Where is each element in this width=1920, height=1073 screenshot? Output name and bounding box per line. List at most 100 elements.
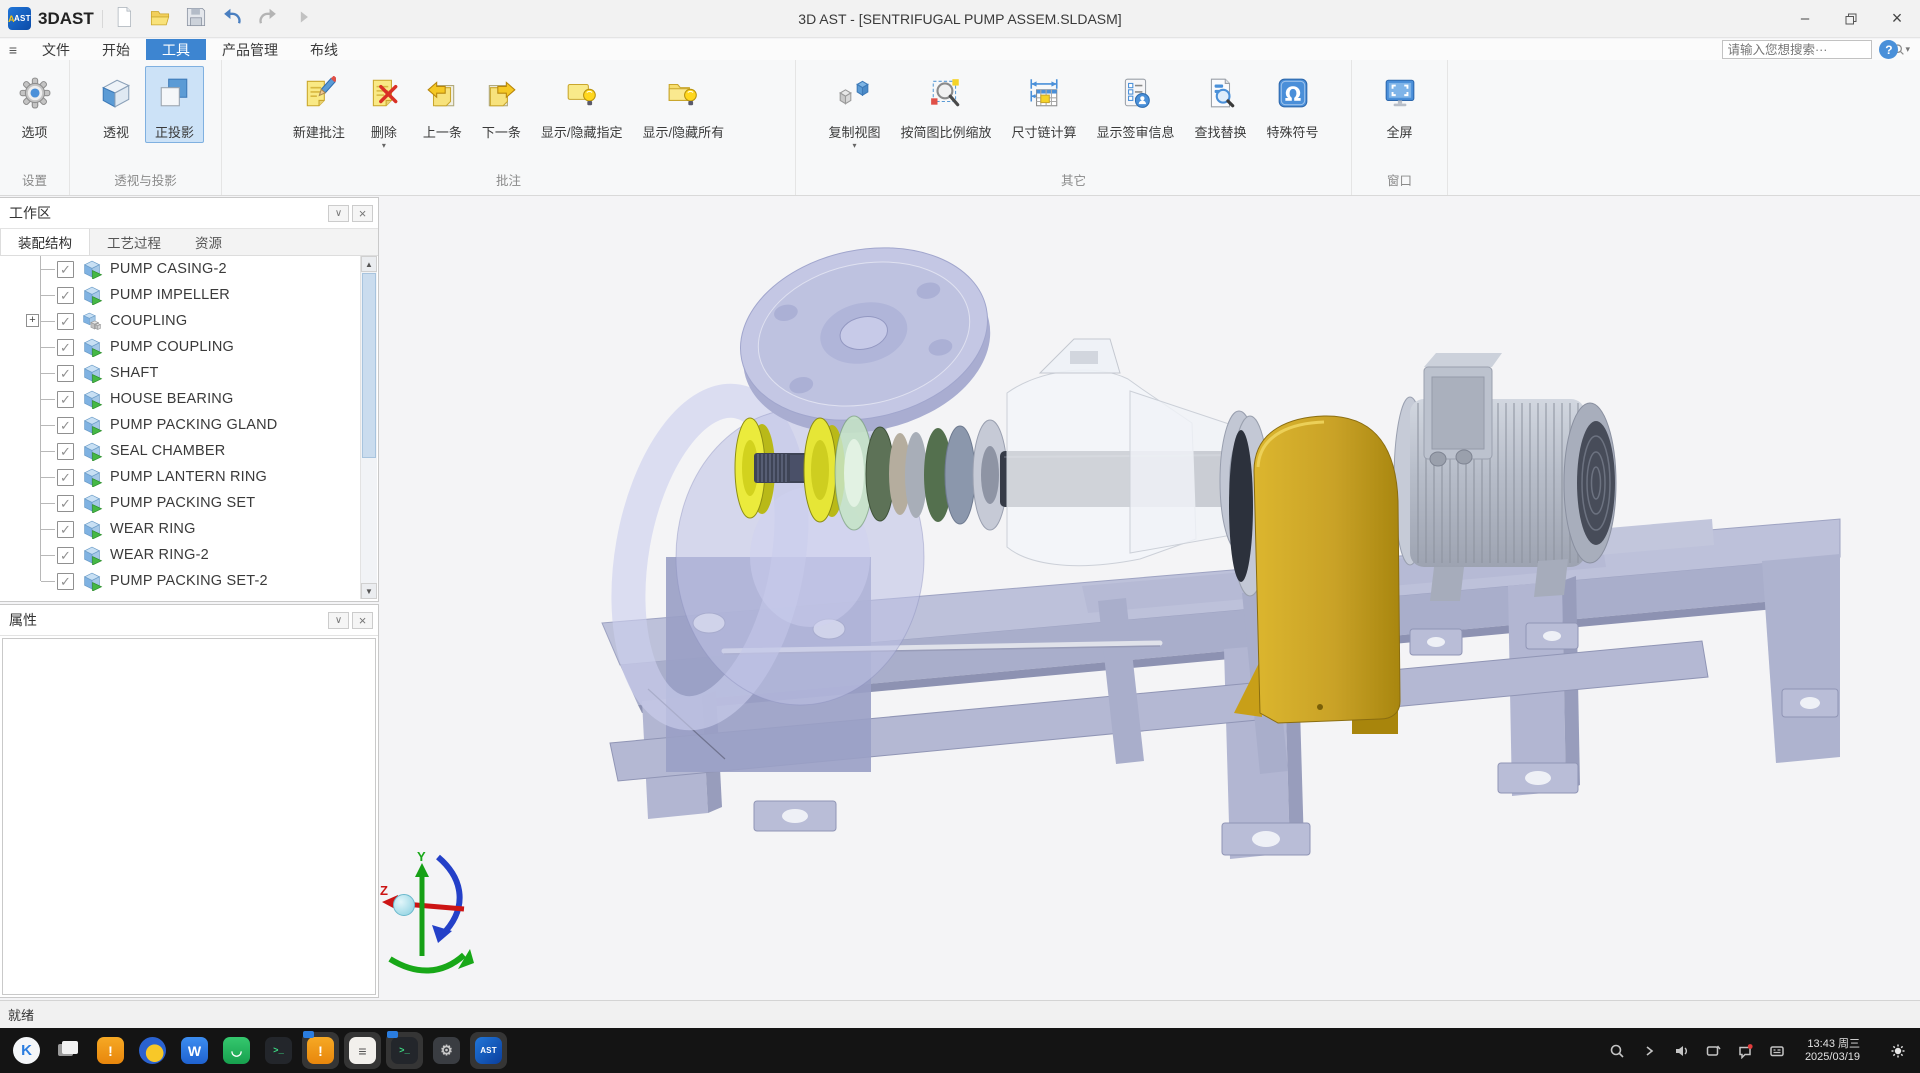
brightness-icon[interactable] [1889,1042,1906,1059]
ribbon-button[interactable]: 上一条 [413,66,472,143]
open-file-button[interactable] [147,6,173,32]
ribbon-group: 选项设置 [0,60,70,195]
ribbon-button[interactable]: 全屏 [1371,66,1429,143]
taskbar-app-launcher[interactable]: K [8,1032,45,1069]
workspace-collapse-button[interactable]: ∨ [328,205,349,222]
save-button[interactable] [183,6,209,32]
tree-item-pump-coupling[interactable]: ✓PUMP COUPLING [0,334,378,360]
taskbar-app-messenger[interactable]: ◡ [218,1032,255,1069]
menu-tab-5[interactable]: 布线 [294,39,354,60]
visibility-checkbox[interactable]: ✓ [57,443,74,460]
taskbar-app-browser[interactable] [134,1032,171,1069]
workspace-tab[interactable]: 工艺过程 [90,229,178,255]
ribbon-button[interactable]: 新建批注 [283,66,355,143]
dropdown-caret-icon[interactable]: ▾ [382,141,386,150]
ribbon-button[interactable]: 透视 [87,66,145,143]
visibility-checkbox[interactable]: ✓ [57,365,74,382]
tree-item-pump-packing-gland[interactable]: ✓PUMP PACKING GLAND [0,412,378,438]
taskbar-app-document-viewer[interactable]: ≡ [344,1032,381,1069]
visibility-checkbox[interactable]: ✓ [57,339,74,356]
ribbon-button[interactable]: 显示/隐藏所有 [633,66,735,143]
taskbar-app-window-switcher[interactable] [50,1032,87,1069]
visibility-checkbox[interactable]: ✓ [57,547,74,564]
3dast-app-icon: AST [475,1037,502,1064]
tree-item-pump-packing-set-2[interactable]: ✓PUMP PACKING SET-2 [0,568,378,594]
workspace-tab[interactable]: 装配结构 [0,229,90,255]
taskbar-app-terminal-running[interactable]: >_ [386,1032,423,1069]
ribbon-button[interactable]: 下一条 [472,66,531,143]
omega-icon: Ω [1275,75,1311,111]
visibility-checkbox[interactable]: ✓ [57,391,74,408]
new-document-button[interactable] [111,6,137,32]
properties-collapse-button[interactable]: ∨ [328,612,349,629]
tree-expander-icon[interactable]: + [26,314,39,327]
ribbon-button[interactable]: 查找替换 [1185,66,1257,143]
properties-close-button[interactable]: × [352,612,373,629]
menu-tab-1[interactable]: 文件 [26,39,86,60]
restore-button[interactable] [1828,0,1874,38]
ribbon-button[interactable]: 删除▾ [355,66,413,152]
visibility-checkbox[interactable]: ✓ [57,495,74,512]
ribbon-button-label: 特殊符号 [1267,125,1319,141]
ribbon-button[interactable]: 尺寸链计算 [1001,66,1086,143]
launcher-icon: K [13,1037,40,1064]
taskbar-app-wps-office[interactable]: W [176,1032,213,1069]
taskbar-app-control-center[interactable]: ⚙ [428,1032,465,1069]
ribbon-button[interactable]: 显示/隐藏指定 [531,66,633,143]
3d-viewport[interactable]: Y Z [380,197,1920,1000]
visibility-checkbox[interactable]: ✓ [57,313,74,330]
visibility-checkbox[interactable]: ✓ [57,469,74,486]
orientation-triad[interactable]: Y Z [380,851,490,983]
minimize-button[interactable]: – [1782,0,1828,38]
tree-item-seal-chamber[interactable]: ✓SEAL CHAMBER [0,438,378,464]
more-commands-button[interactable] [291,6,317,32]
help-button[interactable]: ? [1879,40,1898,59]
taskbar-app-terminal[interactable]: >_ [260,1032,297,1069]
menu-tab-4[interactable]: 产品管理 [206,39,294,60]
search-input[interactable] [1723,43,1892,57]
tree-item-coupling[interactable]: +✓COUPLING [0,308,378,334]
visibility-checkbox[interactable]: ✓ [57,261,74,278]
tree-item-pump-packing-set[interactable]: ✓PUMP PACKING SET [0,490,378,516]
dropdown-caret-icon[interactable]: ▾ [852,141,856,150]
connected-device-icon[interactable] [1705,1042,1722,1059]
workspace-tab[interactable]: 资源 [178,229,239,255]
tree-item-house-bearing[interactable]: ✓HOUSE BEARING [0,386,378,412]
tree-item-pump-casing-2[interactable]: ✓PUMP CASING-2 [0,256,378,282]
ribbon-group-label: 其它 [800,171,1347,195]
workspace-close-button[interactable]: × [352,205,373,222]
ribbon-button[interactable]: 选项 [6,66,64,143]
visibility-checkbox[interactable]: ✓ [57,287,74,304]
tree-item-wear-ring-2[interactable]: ✓WEAR RING-2 [0,542,378,568]
part-icon [81,519,103,539]
notifications-icon[interactable] [1737,1042,1754,1059]
ribbon-button[interactable]: 按简图比例缩放 [890,66,1001,143]
assembly-icon [81,311,103,331]
search-icon[interactable] [1609,1042,1626,1059]
taskbar-app-app-store-running[interactable]: ! [302,1032,339,1069]
visibility-checkbox[interactable]: ✓ [57,573,74,590]
tree-item-pump-lantern-ring[interactable]: ✓PUMP LANTERN RING [0,464,378,490]
ribbon-button[interactable]: Ω 特殊符号 [1257,66,1329,143]
visibility-checkbox[interactable]: ✓ [57,417,74,434]
taskbar-app-app-store[interactable]: ! [92,1032,129,1069]
input-method-icon[interactable] [1769,1042,1786,1059]
taskbar-clock[interactable]: 13:43 周三 2025/03/19 [1805,1038,1860,1064]
menu-tab-3[interactable]: 工具 [146,39,206,60]
menu-tab-2[interactable]: 开始 [86,39,146,60]
menu-icon[interactable]: ≡ [0,39,26,60]
taskbar-app-3dast-app[interactable]: AST [470,1032,507,1069]
ribbon-button[interactable]: 复制视图▾ [818,66,890,152]
tree-item-wear-ring[interactable]: ✓WEAR RING [0,516,378,542]
close-button[interactable]: × [1874,0,1920,38]
tree-item-shaft[interactable]: ✓SHAFT [0,360,378,386]
ribbon-button[interactable]: 显示签审信息 [1087,66,1185,143]
redo-button[interactable] [255,6,281,32]
expand-arrow-icon[interactable] [1641,1042,1658,1059]
volume-icon[interactable] [1673,1042,1690,1059]
undo-button[interactable] [219,6,245,32]
ribbon-button[interactable]: 正投影 [145,66,204,143]
tree-item-pump-impeller[interactable]: ✓PUMP IMPELLER [0,282,378,308]
visibility-checkbox[interactable]: ✓ [57,521,74,538]
help-caret-icon[interactable]: ▾ [1905,44,1910,55]
